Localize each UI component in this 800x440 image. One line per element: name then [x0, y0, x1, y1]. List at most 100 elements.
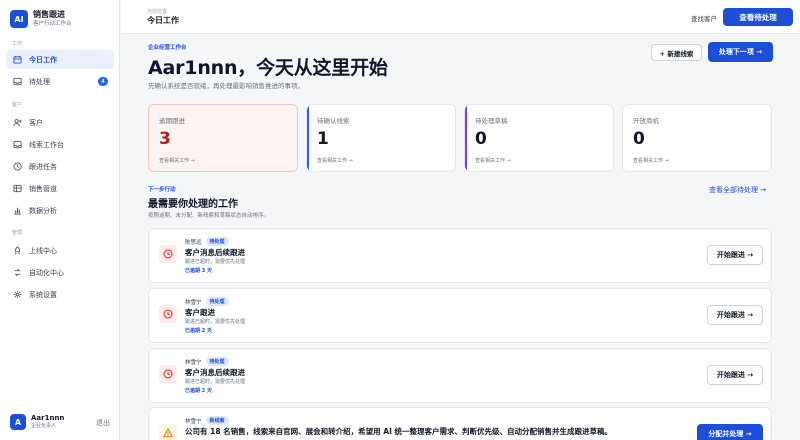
task-overdue: 已逾期 3 天 — [185, 268, 212, 274]
stat-card-pending-leads[interactable]: 待确认线索 1 查看相关工作 → — [306, 104, 456, 172]
hero-title: Aar1nnn，今天从这里开始 — [148, 57, 388, 79]
stat-card-overdue[interactable]: 逾期跟进 3 查看相关工作 → — [148, 104, 298, 172]
new-lead-button[interactable]: + 新建线索 — [651, 44, 702, 61]
sidebar-item-pipeline[interactable]: 销售管道 — [6, 179, 114, 198]
sidebar-item-launch[interactable]: 上线中心 — [6, 241, 114, 260]
task-card: 陈思远 待处理 客户消息后续跟进 跟进已超时，需要优先处理 已逾期 3 天 开始… — [148, 228, 772, 283]
task-card: 林雪宁 待处理 客户跟进 跟进已超时，需要优先处理 已逾期 2 天 开始跟进 → — [148, 288, 772, 343]
stat-link[interactable]: 查看相关工作 → — [159, 157, 195, 164]
sidebar-item-label: 今日工作 — [29, 55, 57, 64]
start-followup-button[interactable]: 开始跟进 → — [707, 245, 763, 265]
task-overdue: 已逾期 2 天 — [185, 328, 212, 334]
stat-link[interactable]: 查看相关工作 → — [475, 157, 511, 164]
next-item-button[interactable]: 处理下一项 → — [708, 42, 773, 62]
task-owner: 林雪宁 待处理 — [185, 357, 229, 366]
sidebar-item-analytics[interactable]: 数据分析 — [6, 201, 114, 220]
calendar-icon — [12, 55, 22, 65]
rocket-icon — [12, 246, 22, 256]
inbox-icon — [12, 77, 22, 87]
section-subtitle: 按照逾期、未分配、新线索和草稿状态自动排序。 — [148, 213, 270, 219]
view-pending-button[interactable]: 查看待处理 — [723, 8, 793, 26]
sidebar-item-settings[interactable]: 系统设置 — [6, 285, 114, 304]
task-owner: 陈思远 待处理 — [185, 237, 229, 246]
gear-icon — [12, 290, 22, 300]
sidebar-item-automation[interactable]: 自动化中心 — [6, 263, 114, 282]
start-followup-button[interactable]: 开始跟进 → — [707, 305, 763, 325]
page-title: 今日工作 — [147, 16, 179, 25]
view-all-pending-link[interactable]: 查看全部待处理 → — [709, 185, 766, 195]
stat-card-open-opportunities[interactable]: 开放商机 0 查看相关工作 → — [622, 104, 772, 172]
hero-eyebrow: 企业经营工作台 — [148, 45, 187, 51]
status-badge: 待处理 — [205, 237, 229, 246]
warning-icon — [159, 424, 177, 440]
sidebar-item-label: 跟进任务 — [29, 162, 57, 171]
stat-value: 0 — [475, 129, 487, 149]
section-eyebrow: 下一步行动 — [148, 187, 176, 193]
sidebar-item-pending[interactable]: 待处理 4 — [6, 72, 114, 91]
assign-and-process-button[interactable]: 分配并处理 → — [697, 424, 763, 440]
stat-accent-bar — [307, 105, 309, 171]
main-content: 企业经营工作台 Aar1nnn，今天从这里开始 先确认系统是否就绪，再处理最影响… — [121, 34, 800, 440]
clock-icon — [159, 305, 177, 323]
logout-button[interactable]: 退出 — [96, 418, 110, 428]
pending-count-badge: 4 — [98, 77, 108, 86]
stat-link[interactable]: 查看相关工作 → — [317, 157, 353, 164]
sidebar-item-customers[interactable]: 客户 — [6, 113, 114, 132]
task-owner: 林雪宁 待处理 — [185, 297, 229, 306]
task-description: 跟进已超时，需要优先处理 — [185, 379, 246, 385]
find-customer-link[interactable]: 查找客户 — [691, 13, 717, 23]
sidebar-item-today[interactable]: 今日工作 — [6, 50, 114, 69]
sidebar-item-label: 数据分析 — [29, 206, 57, 215]
stat-value: 3 — [159, 129, 171, 149]
bar-chart-icon — [12, 206, 22, 216]
brand[interactable]: AI 销售跟进 客户行动工作台 — [10, 10, 72, 28]
task-owner: 林雪宁 新线索 — [185, 416, 229, 425]
breadcrumb: 当前位置 — [147, 9, 168, 15]
app-name: 销售跟进 — [33, 10, 65, 19]
sidebar-item-label: 线索工作台 — [29, 140, 64, 149]
task-title: 客户跟进 — [185, 308, 215, 317]
pipeline-icon — [12, 184, 22, 194]
clock-icon — [159, 365, 177, 383]
user-role: 企业负责人 — [31, 423, 57, 429]
task-card: 林雪宁 新线索 公司有 18 名销售，线索来自官网、展会和转介绍，希望用 AI … — [148, 407, 772, 440]
hero-subtitle: 先确认系统是否就绪，再处理最影响销售推进的事项。 — [148, 82, 304, 90]
app-subtitle: 客户行动工作台 — [33, 21, 72, 27]
start-followup-button[interactable]: 开始跟进 → — [707, 365, 763, 385]
task-description: 跟进已超时，需要优先处理 — [185, 259, 246, 265]
stat-label: 待确认线索 — [317, 117, 350, 125]
nav-section-admin: 管理 — [12, 230, 23, 236]
user-name: Aar1nnn — [31, 414, 65, 422]
user-profile[interactable]: A Aar1nnn 企业负责人 退出 — [10, 414, 110, 430]
stat-value: 0 — [633, 129, 645, 149]
user-plus-icon — [12, 118, 22, 128]
inbox-icon — [12, 140, 22, 150]
sidebar-item-leads[interactable]: 线索工作台 — [6, 135, 114, 154]
stat-card-drafts[interactable]: 待处理草稿 0 查看相关工作 → — [464, 104, 614, 172]
task-owner-name: 林雪宁 — [185, 418, 202, 425]
task-card: 林雪宁 待处理 客户消息后续跟进 跟进已超时，需要优先处理 已逾期 2 天 开始… — [148, 348, 772, 403]
sidebar-item-followup-tasks[interactable]: 跟进任务 — [6, 157, 114, 176]
status-badge: 待处理 — [205, 357, 229, 366]
automation-icon — [12, 268, 22, 278]
task-title: 客户消息后续跟进 — [185, 248, 245, 257]
stat-link[interactable]: 查看相关工作 → — [633, 157, 669, 164]
task-owner-name: 林雪宁 — [185, 359, 202, 366]
task-owner-name: 陈思远 — [185, 239, 202, 246]
topbar: 当前位置 今日工作 查找客户 查看待处理 — [121, 0, 800, 34]
app-logo: AI — [10, 10, 28, 28]
task-owner-name: 林雪宁 — [185, 299, 202, 306]
sidebar: AI 销售跟进 客户行动工作台 工作 今日工作 待处理 4 客户 客户 线索工作… — [0, 0, 120, 440]
nav-section-work: 工作 — [12, 41, 23, 47]
section-title: 最需要你处理的工作 — [148, 199, 238, 210]
clock-icon — [159, 245, 177, 263]
sidebar-item-label: 销售管道 — [29, 184, 57, 193]
status-badge: 待处理 — [205, 297, 229, 306]
stat-label: 逾期跟进 — [159, 117, 185, 125]
stat-label: 开放商机 — [633, 117, 659, 125]
clock-icon — [12, 162, 22, 172]
sidebar-item-label: 上线中心 — [29, 246, 57, 255]
task-overdue: 已逾期 2 天 — [185, 388, 212, 394]
avatar: A — [10, 414, 26, 430]
sidebar-item-label: 待处理 — [29, 77, 50, 86]
